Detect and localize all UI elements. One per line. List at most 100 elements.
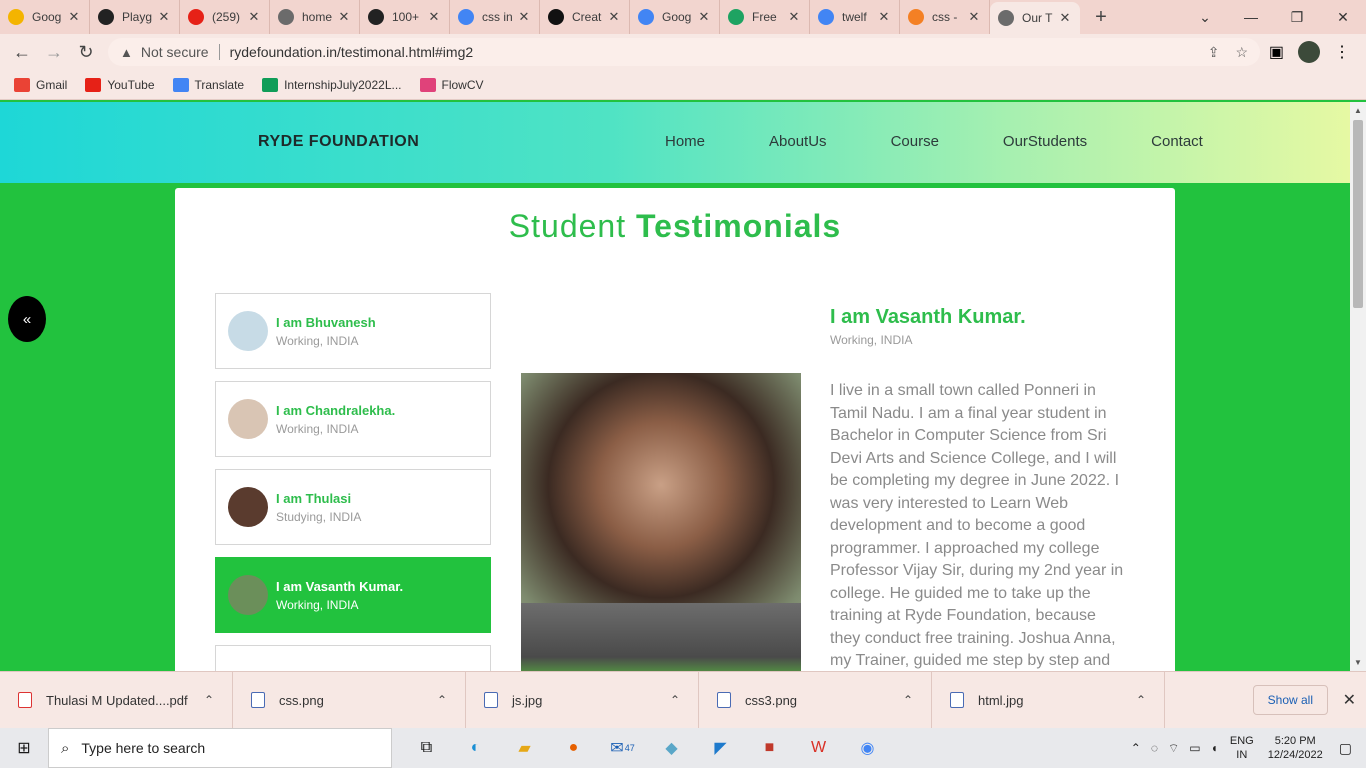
close-tab-icon[interactable]: ✕	[67, 9, 81, 25]
site-brand[interactable]: RYDE FOUNDATION	[258, 133, 419, 151]
browser-tab[interactable]: css in ✕	[450, 0, 540, 34]
task-view-icon[interactable]: ⧉	[402, 728, 451, 768]
vscode-icon[interactable]: ◤	[696, 728, 745, 768]
close-tab-icon[interactable]: ✕	[517, 9, 531, 25]
reload-button[interactable]: ↻	[70, 42, 102, 63]
url-text[interactable]: rydefoundation.in/testimonal.html#img2	[230, 44, 474, 60]
student-item[interactable]: I am Bhuvanesh Working, INDIA	[215, 293, 491, 369]
bookmark-item[interactable]: InternshipJuly2022L...	[262, 77, 402, 92]
share-icon[interactable]: ⇪	[1208, 44, 1220, 61]
bookmark-item[interactable]: Translate	[172, 77, 244, 92]
side-panel-icon[interactable]: ▣	[1269, 42, 1284, 62]
windows-start-icon[interactable]: ⊞	[0, 728, 48, 768]
close-tab-icon[interactable]: ✕	[247, 9, 261, 25]
close-tab-icon[interactable]: ✕	[337, 9, 351, 25]
mail-icon[interactable]: ✉ 47	[598, 728, 647, 768]
browser-tab[interactable]: Free ✕	[720, 0, 810, 34]
close-downloads-icon[interactable]: ✕	[1343, 690, 1356, 710]
close-tab-icon[interactable]: ✕	[427, 9, 441, 25]
not-secure-label[interactable]: Not secure	[141, 44, 209, 60]
menu-dots-icon[interactable]: ⋮	[1334, 42, 1350, 62]
download-item[interactable]: css3.png ⌃	[699, 671, 932, 729]
chevron-up-icon[interactable]: ⌃	[204, 693, 214, 707]
file-explorer-icon[interactable]: ▰	[500, 728, 549, 768]
chevron-up-icon[interactable]: ⌃	[903, 693, 913, 707]
nav-link[interactable]: AboutUs	[769, 133, 827, 150]
network-icon[interactable]: ◌	[1151, 741, 1158, 756]
wps-icon[interactable]: W	[794, 728, 843, 768]
filezilla-icon[interactable]: ■	[745, 728, 794, 768]
clock[interactable]: 5:20 PM 12/24/2022	[1268, 734, 1323, 762]
student-photo	[521, 373, 801, 671]
nav-link[interactable]: Home	[665, 133, 705, 150]
close-window-button[interactable]: ✕	[1320, 9, 1366, 26]
bookmark-item[interactable]: Gmail	[14, 77, 67, 92]
bookmark-item[interactable]: YouTube	[85, 77, 155, 92]
download-item[interactable]: css.png ⌃	[233, 671, 466, 729]
battery-icon[interactable]: ▭	[1189, 741, 1200, 756]
edge-icon[interactable]: ◐	[451, 728, 500, 768]
forward-button[interactable]: →	[38, 42, 70, 63]
previous-button[interactable]: «	[8, 296, 46, 342]
chevron-up-icon[interactable]: ⌃	[1136, 693, 1146, 707]
tab-label: (259)	[212, 10, 241, 24]
tab-search-icon[interactable]: ⌄	[1182, 9, 1228, 26]
minimize-button[interactable]: —	[1228, 9, 1274, 25]
tab-label: css in	[482, 10, 513, 24]
browser-tab[interactable]: Playg ✕	[90, 0, 180, 34]
firefox-icon[interactable]: ●	[549, 728, 598, 768]
scroll-down-icon[interactable]: ▼	[1350, 658, 1366, 667]
bookmark-star-icon[interactable]: ☆	[1235, 44, 1248, 61]
browser-tab[interactable]: Creat ✕	[540, 0, 630, 34]
browser-tab[interactable]: Goog ✕	[630, 0, 720, 34]
student-item-partial[interactable]	[215, 645, 491, 671]
app-icon[interactable]: ◆	[647, 728, 696, 768]
bookmark-item[interactable]: FlowCV	[419, 77, 484, 92]
volume-icon[interactable]: ◖	[1211, 741, 1218, 756]
notification-icon[interactable]: ▢	[1339, 740, 1352, 757]
browser-tab[interactable]: Goog ✕	[0, 0, 90, 34]
taskbar-search[interactable]: ⌕ Type here to search	[48, 728, 392, 768]
show-all-button[interactable]: Show all	[1252, 685, 1328, 715]
browser-toolbar: ← → ↻ ▲ Not secure rydefoundation.in/tes…	[0, 34, 1366, 70]
address-bar[interactable]: ▲ Not secure rydefoundation.in/testimona…	[108, 38, 1260, 66]
close-tab-icon[interactable]: ✕	[877, 9, 891, 25]
browser-tab[interactable]: (259) ✕	[180, 0, 270, 34]
nav-link[interactable]: OurStudents	[1003, 133, 1087, 150]
wifi-icon[interactable]: ⌔	[1168, 741, 1179, 756]
back-button[interactable]: ←	[6, 42, 38, 63]
browser-tab[interactable]: home ✕	[270, 0, 360, 34]
chevron-up-icon[interactable]: ⌃	[670, 693, 680, 707]
nav-link[interactable]: Course	[891, 133, 939, 150]
bookmark-icon	[14, 77, 30, 92]
bulb-icon	[8, 9, 24, 25]
student-item[interactable]: I am Thulasi Studying, INDIA	[215, 469, 491, 545]
new-tab-button[interactable]: +	[1086, 6, 1116, 29]
student-item[interactable]: I am Vasanth Kumar. Working, INDIA	[215, 557, 491, 633]
browser-tab[interactable]: Our T ✕	[990, 2, 1080, 34]
close-tab-icon[interactable]: ✕	[607, 9, 621, 25]
language-indicator[interactable]: ENG IN	[1230, 734, 1254, 762]
chrome-icon[interactable]: ◉	[843, 728, 892, 768]
page-scrollbar[interactable]: ▲ ▼	[1350, 102, 1366, 671]
student-item[interactable]: I am Chandralekha. Working, INDIA	[215, 381, 491, 457]
close-tab-icon[interactable]: ✕	[967, 9, 981, 25]
download-item[interactable]: Thulasi M Updated....pdf ⌃	[0, 671, 233, 729]
chevron-up-icon[interactable]: ⌃	[1131, 741, 1141, 756]
profile-avatar[interactable]	[1298, 41, 1320, 63]
download-item[interactable]: html.jpg ⌃	[932, 671, 1165, 729]
warning-icon[interactable]: ▲	[120, 45, 133, 60]
close-tab-icon[interactable]: ✕	[157, 9, 171, 25]
browser-tab[interactable]: 100+ ✕	[360, 0, 450, 34]
close-tab-icon[interactable]: ✕	[787, 9, 801, 25]
close-tab-icon[interactable]: ✕	[1058, 10, 1072, 26]
chevron-up-icon[interactable]: ⌃	[437, 693, 447, 707]
nav-link[interactable]: Contact	[1151, 133, 1203, 150]
restore-button[interactable]: ❐	[1274, 9, 1320, 26]
close-tab-icon[interactable]: ✕	[697, 9, 711, 25]
download-item[interactable]: js.jpg ⌃	[466, 671, 699, 729]
scroll-up-icon[interactable]: ▲	[1350, 106, 1366, 115]
browser-tab[interactable]: twelf ✕	[810, 0, 900, 34]
browser-tab[interactable]: css - ✕	[900, 0, 990, 34]
scrollbar-thumb[interactable]	[1353, 120, 1363, 308]
